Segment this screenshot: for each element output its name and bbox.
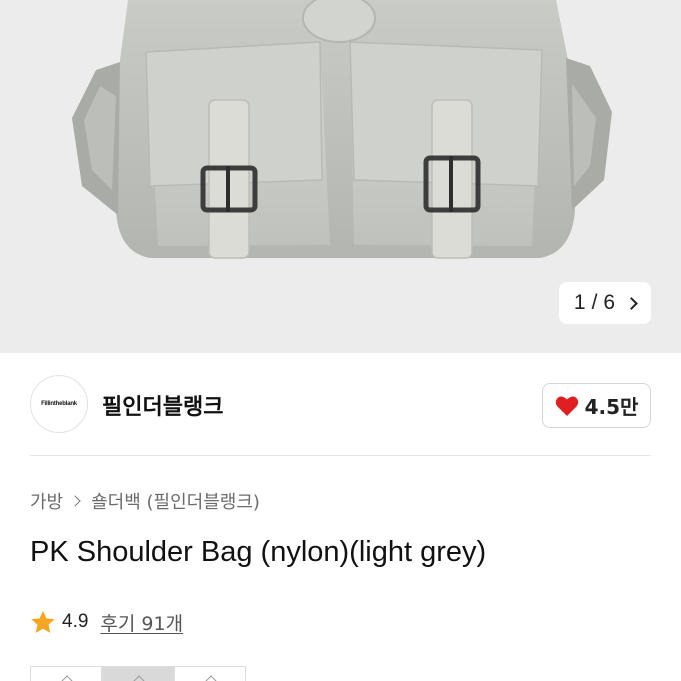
product-image-gallery[interactable]: 1 / 6 — [0, 0, 681, 353]
breadcrumb-item-bag[interactable]: 가방 — [30, 488, 63, 514]
option-tab[interactable] — [30, 666, 102, 681]
rating-row: 4.9 후기 91개 — [30, 608, 183, 636]
chevron-right-icon — [625, 296, 638, 310]
image-counter[interactable]: 1 / 6 — [559, 282, 651, 324]
product-title: PK Shoulder Bag (nylon)(light grey) — [30, 536, 487, 568]
option-tab[interactable] — [174, 666, 246, 681]
rating-score: 4.9 — [62, 611, 89, 632]
star-icon — [31, 610, 55, 633]
shop-row: Fillintheblank 필인더블랭크 4.5만 — [0, 353, 681, 455]
chevron-up-icon — [133, 675, 145, 681]
option-tabs — [30, 666, 250, 681]
divider — [30, 455, 651, 456]
reviews-link[interactable]: 후기 91개 — [100, 609, 183, 636]
breadcrumb-item-shoulder-bag[interactable]: 숄더백 (필인더블랭크) — [91, 488, 260, 514]
image-counter-separator: / — [591, 291, 598, 314]
heart-icon — [555, 396, 578, 416]
image-counter-current: 1 — [573, 291, 586, 314]
option-tab-selected[interactable] — [102, 666, 174, 681]
shop-logo[interactable]: Fillintheblank — [30, 375, 88, 433]
like-count: 4.5만 — [584, 395, 639, 419]
image-counter-total: 6 — [603, 291, 616, 314]
chevron-right-icon — [69, 495, 81, 507]
chevron-up-icon — [205, 675, 217, 681]
like-button[interactable]: 4.5만 — [542, 383, 651, 428]
breadcrumb: 가방 숄더백 (필인더블랭크) — [30, 488, 260, 514]
chevron-up-icon — [61, 675, 73, 681]
shop-logo-text: Fillintheblank — [41, 401, 77, 407]
shop-name[interactable]: 필인더블랭크 — [102, 389, 223, 421]
